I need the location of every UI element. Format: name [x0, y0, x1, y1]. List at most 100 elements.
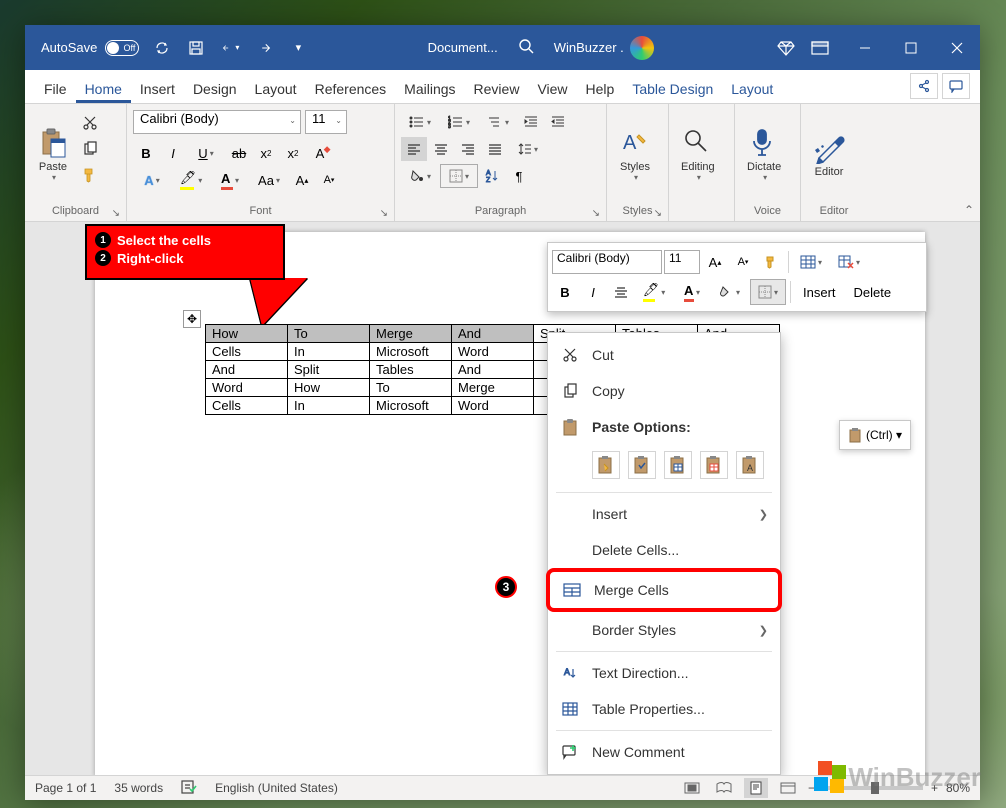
ctx-border-styles[interactable]: Border Styles ❯ [548, 612, 780, 648]
ctx-insert[interactable]: Insert ❯ [548, 496, 780, 532]
decrease-indent-button[interactable] [518, 110, 544, 134]
mini-borders-button[interactable]: ▾ [750, 279, 786, 305]
zoom-level[interactable]: 80% [946, 781, 970, 795]
mini-font-color-button[interactable]: A▾ [674, 279, 710, 305]
borders-button[interactable]: ▾ [440, 164, 478, 188]
show-marks-button[interactable]: ¶ [506, 164, 532, 188]
zoom-slider[interactable] [823, 786, 923, 790]
paste-button[interactable]: Paste ▾ [31, 108, 75, 201]
maximize-button[interactable] [888, 25, 934, 70]
line-spacing-button[interactable]: ▾ [509, 137, 547, 161]
italic-button[interactable]: I [160, 141, 186, 165]
tab-mailings[interactable]: Mailings [395, 75, 464, 103]
ctx-text-direction[interactable]: A Text Direction... [548, 655, 780, 691]
mini-font-size-select[interactable]: 11 [664, 250, 700, 274]
ctx-new-comment[interactable]: New Comment [548, 734, 780, 770]
format-painter-icon[interactable] [79, 164, 101, 186]
numbering-button[interactable]: 123▾ [440, 110, 478, 134]
editing-button[interactable]: Editing▾ [675, 108, 721, 201]
ctx-cut[interactable]: Cut [548, 337, 780, 373]
ctx-copy[interactable]: Copy [548, 373, 780, 409]
increase-indent-button[interactable] [545, 110, 571, 134]
tab-review[interactable]: Review [465, 75, 529, 103]
mini-italic-button[interactable]: I [580, 279, 606, 305]
tab-table-design[interactable]: Table Design [623, 75, 722, 103]
web-layout-icon[interactable] [776, 778, 800, 798]
font-launcher-icon[interactable]: ↘ [380, 208, 388, 219]
tab-home[interactable]: Home [76, 75, 131, 103]
editor-button[interactable]: Editor [807, 108, 851, 201]
page-info[interactable]: Page 1 of 1 [35, 781, 96, 795]
word-count[interactable]: 35 words [114, 781, 163, 795]
paragraph-launcher-icon[interactable]: ↘ [592, 208, 600, 219]
mini-align-button[interactable] [608, 279, 634, 305]
tab-references[interactable]: References [306, 75, 396, 103]
proofing-icon[interactable] [181, 780, 197, 797]
ctx-delete-cells[interactable]: Delete Cells... [548, 532, 780, 568]
justify-button[interactable] [482, 137, 508, 161]
superscript-button[interactable]: x2 [280, 141, 306, 165]
clear-format-button[interactable]: A◆ [307, 141, 333, 165]
document-area[interactable]: 1Select the cells 2Right-click ✥ How To … [25, 222, 980, 775]
language-status[interactable]: English (United States) [215, 781, 338, 795]
tab-table-layout[interactable]: Layout [722, 75, 782, 103]
shading-button[interactable]: ▾ [401, 164, 439, 188]
font-size-select[interactable]: 11⌄ [305, 110, 347, 134]
tab-design[interactable]: Design [184, 75, 246, 103]
align-right-button[interactable] [455, 137, 481, 161]
mini-insert-button[interactable]: Insert [795, 279, 844, 305]
ctx-table-properties[interactable]: Table Properties... [548, 691, 780, 727]
paste-nest-table-icon[interactable] [664, 451, 692, 479]
mini-format-painter-icon[interactable] [758, 249, 784, 275]
mini-delete-button[interactable]: Delete [846, 279, 900, 305]
focus-mode-icon[interactable] [680, 778, 704, 798]
tab-view[interactable]: View [528, 75, 576, 103]
cut-icon[interactable] [79, 112, 101, 134]
mini-shading-button[interactable]: ▾ [712, 279, 748, 305]
close-button[interactable] [934, 25, 980, 70]
zoom-in-button[interactable]: + [931, 781, 938, 795]
change-case-button[interactable]: Aa▾ [250, 168, 288, 192]
print-layout-icon[interactable] [744, 778, 768, 798]
minimize-button[interactable] [842, 25, 888, 70]
ctx-merge-cells[interactable]: Merge Cells [550, 572, 778, 608]
tab-insert[interactable]: Insert [131, 75, 184, 103]
mini-insert-table-button[interactable]: ▾ [793, 249, 829, 275]
collapse-ribbon-icon[interactable]: ⌃ [964, 203, 974, 217]
styles-launcher-icon[interactable]: ↘ [654, 208, 662, 219]
text-effects-button[interactable]: A▾ [133, 168, 171, 192]
mini-delete-table-button[interactable]: ▾ [831, 249, 867, 275]
mini-grow-font-button[interactable]: A▴ [702, 249, 728, 275]
clipboard-launcher-icon[interactable]: ↘ [112, 208, 120, 219]
bullets-button[interactable]: ▾ [401, 110, 439, 134]
font-name-select[interactable]: Calibri (Body)⌄ [133, 110, 301, 134]
dictate-button[interactable]: Dictate▾ [741, 108, 787, 201]
subscript-button[interactable]: x2 [253, 141, 279, 165]
paste-options-pill[interactable]: (Ctrl) ▾ [839, 420, 911, 450]
qat-customize-icon[interactable]: ▾ [289, 39, 307, 57]
strikethrough-button[interactable]: ab [226, 141, 252, 165]
grow-font-button[interactable]: A▴ [289, 168, 315, 192]
paste-overwrite-icon[interactable] [700, 451, 728, 479]
tab-help[interactable]: Help [577, 75, 624, 103]
paste-text-only-icon[interactable]: A [736, 451, 764, 479]
paste-keep-source-icon[interactable] [592, 451, 620, 479]
share-button[interactable] [910, 73, 938, 99]
align-center-button[interactable] [428, 137, 454, 161]
copy-icon[interactable] [79, 138, 101, 160]
multilevel-button[interactable]: ▾ [479, 110, 517, 134]
shrink-font-button[interactable]: A▾ [316, 168, 342, 192]
document-page[interactable]: 1Select the cells 2Right-click ✥ How To … [95, 232, 925, 775]
align-left-button[interactable] [401, 137, 427, 161]
undo-icon[interactable]: ▾ [221, 39, 239, 57]
mini-font-name-select[interactable]: Calibri (Body) [552, 250, 662, 274]
styles-button[interactable]: A Styles▾ [613, 108, 657, 201]
underline-button[interactable]: U▾ [187, 141, 225, 165]
bold-button[interactable]: B [133, 141, 159, 165]
save-icon[interactable] [187, 39, 205, 57]
diamond-icon[interactable] [774, 36, 798, 60]
account-button[interactable]: WinBuzzer . [554, 36, 654, 60]
redo-icon[interactable] [255, 39, 273, 57]
paste-merge-icon[interactable] [628, 451, 656, 479]
table-move-handle-icon[interactable]: ✥ [183, 310, 201, 328]
